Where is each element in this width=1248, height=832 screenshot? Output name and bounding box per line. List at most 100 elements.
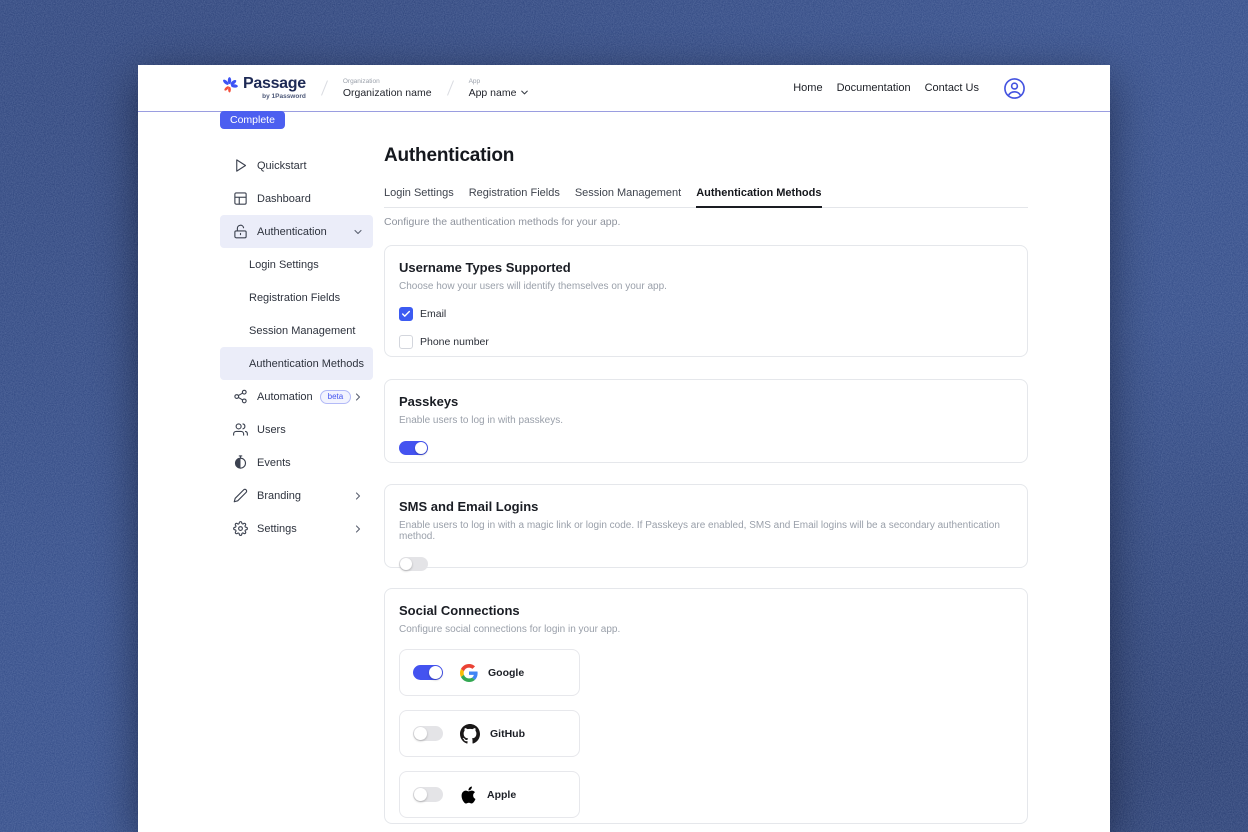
card-description: Configure social connections for login i…	[399, 624, 1013, 635]
play-icon	[232, 158, 248, 174]
dashboard-icon	[232, 191, 248, 207]
sidebar-item-label: Session Management	[249, 325, 355, 337]
email-option-label: Email	[420, 308, 446, 320]
sms-email-toggle[interactable]	[399, 557, 428, 571]
app-name: App name	[469, 87, 517, 99]
complete-button[interactable]: Complete	[220, 111, 285, 129]
social-provider-list: Google GitHub	[399, 649, 1013, 818]
sidebar-nav: Quickstart Dashboard Authentication Logi…	[220, 149, 373, 545]
phone-option-row: Phone number	[399, 334, 1013, 349]
nav-documentation-link[interactable]: Documentation	[837, 82, 911, 94]
sidebar-item-label: Authentication Methods	[249, 358, 364, 370]
tab-login-settings[interactable]: Login Settings	[384, 187, 454, 207]
sidebar-item-authentication[interactable]: Authentication	[220, 215, 373, 248]
chevron-right-icon	[352, 523, 364, 535]
header-nav: Home Documentation Contact Us	[793, 77, 1026, 100]
page-description: Configure the authentication methods for…	[384, 216, 1028, 228]
card-description: Choose how your users will identify them…	[399, 281, 1013, 292]
chevron-right-icon	[352, 391, 364, 403]
users-icon	[232, 422, 248, 438]
google-provider-row: Google	[399, 649, 580, 696]
timer-icon	[232, 455, 248, 471]
apple-provider-label: Apple	[487, 789, 516, 801]
sidebar-item-quickstart[interactable]: Quickstart	[220, 149, 373, 182]
breadcrumb-app-selector[interactable]: App App name	[469, 78, 531, 99]
google-icon	[460, 664, 478, 682]
sidebar-item-events[interactable]: Events	[220, 446, 373, 479]
user-avatar-icon	[1003, 77, 1026, 100]
passage-logo[interactable]: Passage by 1Password	[220, 76, 306, 100]
brand-name: Passage	[243, 76, 306, 92]
breadcrumb-organization[interactable]: Organization Organization name	[343, 78, 432, 99]
sidebar-item-label: Quickstart	[257, 160, 307, 172]
username-types-card: Username Types Supported Choose how your…	[384, 245, 1028, 357]
toggle-knob	[414, 788, 427, 801]
user-avatar-button[interactable]	[1003, 77, 1026, 100]
top-header: Passage by 1Password Organization Organi…	[138, 65, 1110, 112]
passkeys-card: Passkeys Enable users to log in with pas…	[384, 379, 1028, 463]
google-provider-label: Google	[488, 667, 524, 679]
github-toggle[interactable]	[413, 726, 443, 741]
github-provider-row: GitHub	[399, 710, 580, 757]
sidebar-item-label: Login Settings	[249, 259, 319, 271]
sidebar-item-registration-fields[interactable]: Registration Fields	[220, 281, 373, 314]
app-label: App	[469, 78, 531, 86]
email-checkbox[interactable]	[399, 307, 413, 321]
sidebar-item-branding[interactable]: Branding	[220, 479, 373, 512]
gear-icon	[232, 521, 248, 537]
sidebar-item-label: Settings	[257, 523, 297, 535]
apple-provider-row: Apple	[399, 771, 580, 818]
sms-email-logins-card: SMS and Email Logins Enable users to log…	[384, 484, 1028, 568]
card-description: Enable users to log in with a magic link…	[399, 520, 1013, 542]
beta-badge: beta	[320, 390, 352, 404]
tab-bar: Login Settings Registration Fields Sessi…	[384, 187, 1028, 208]
google-toggle[interactable]	[413, 665, 443, 680]
brush-icon	[232, 488, 248, 504]
toggle-knob	[415, 442, 427, 454]
card-title: Social Connections	[399, 603, 1013, 618]
sidebar-item-dashboard[interactable]: Dashboard	[220, 182, 373, 215]
github-icon	[460, 724, 480, 744]
toggle-knob	[414, 727, 427, 740]
sidebar-item-label: Users	[257, 424, 286, 436]
sidebar-item-login-settings[interactable]: Login Settings	[220, 248, 373, 281]
tab-authentication-methods[interactable]: Authentication Methods	[696, 187, 821, 208]
chevron-down-icon	[352, 226, 364, 238]
sidebar-item-label: Branding	[257, 490, 301, 502]
automation-icon	[232, 389, 248, 405]
nav-contact-link[interactable]: Contact Us	[925, 82, 979, 94]
card-description: Enable users to log in with passkeys.	[399, 415, 1013, 426]
sidebar-item-automation[interactable]: Automation beta	[220, 380, 373, 413]
chevron-down-icon	[519, 87, 530, 98]
org-label: Organization	[343, 78, 432, 86]
passkeys-toggle[interactable]	[399, 441, 428, 455]
apple-toggle[interactable]	[413, 787, 443, 802]
main-content: Authentication Login Settings Registrati…	[384, 146, 1028, 824]
sidebar-item-label: Authentication	[257, 226, 327, 238]
sidebar-item-session-management[interactable]: Session Management	[220, 314, 373, 347]
unlock-icon	[232, 224, 248, 240]
check-icon	[401, 309, 411, 319]
toggle-knob	[429, 666, 442, 679]
social-connections-card: Social Connections Configure social conn…	[384, 588, 1028, 824]
breadcrumb-divider	[321, 80, 328, 95]
sidebar-item-label: Registration Fields	[249, 292, 340, 304]
tab-registration-fields[interactable]: Registration Fields	[469, 187, 560, 207]
github-provider-label: GitHub	[490, 728, 525, 740]
sidebar-item-settings[interactable]: Settings	[220, 512, 373, 545]
sidebar-item-authentication-methods[interactable]: Authentication Methods	[220, 347, 373, 380]
phone-option-label: Phone number	[420, 336, 489, 348]
tab-session-management[interactable]: Session Management	[575, 187, 681, 207]
brand-byline: by 1Password	[262, 93, 306, 100]
sidebar-item-label: Automation	[257, 391, 313, 403]
apple-icon	[460, 785, 477, 805]
nav-home-link[interactable]: Home	[793, 82, 822, 94]
org-name: Organization name	[343, 87, 432, 99]
sidebar-item-label: Dashboard	[257, 193, 311, 205]
chevron-right-icon	[352, 490, 364, 502]
sidebar-item-users[interactable]: Users	[220, 413, 373, 446]
phone-number-checkbox[interactable]	[399, 335, 413, 349]
email-option-row: Email	[399, 306, 1013, 321]
breadcrumb-divider	[447, 80, 454, 95]
card-title: Username Types Supported	[399, 260, 1013, 275]
